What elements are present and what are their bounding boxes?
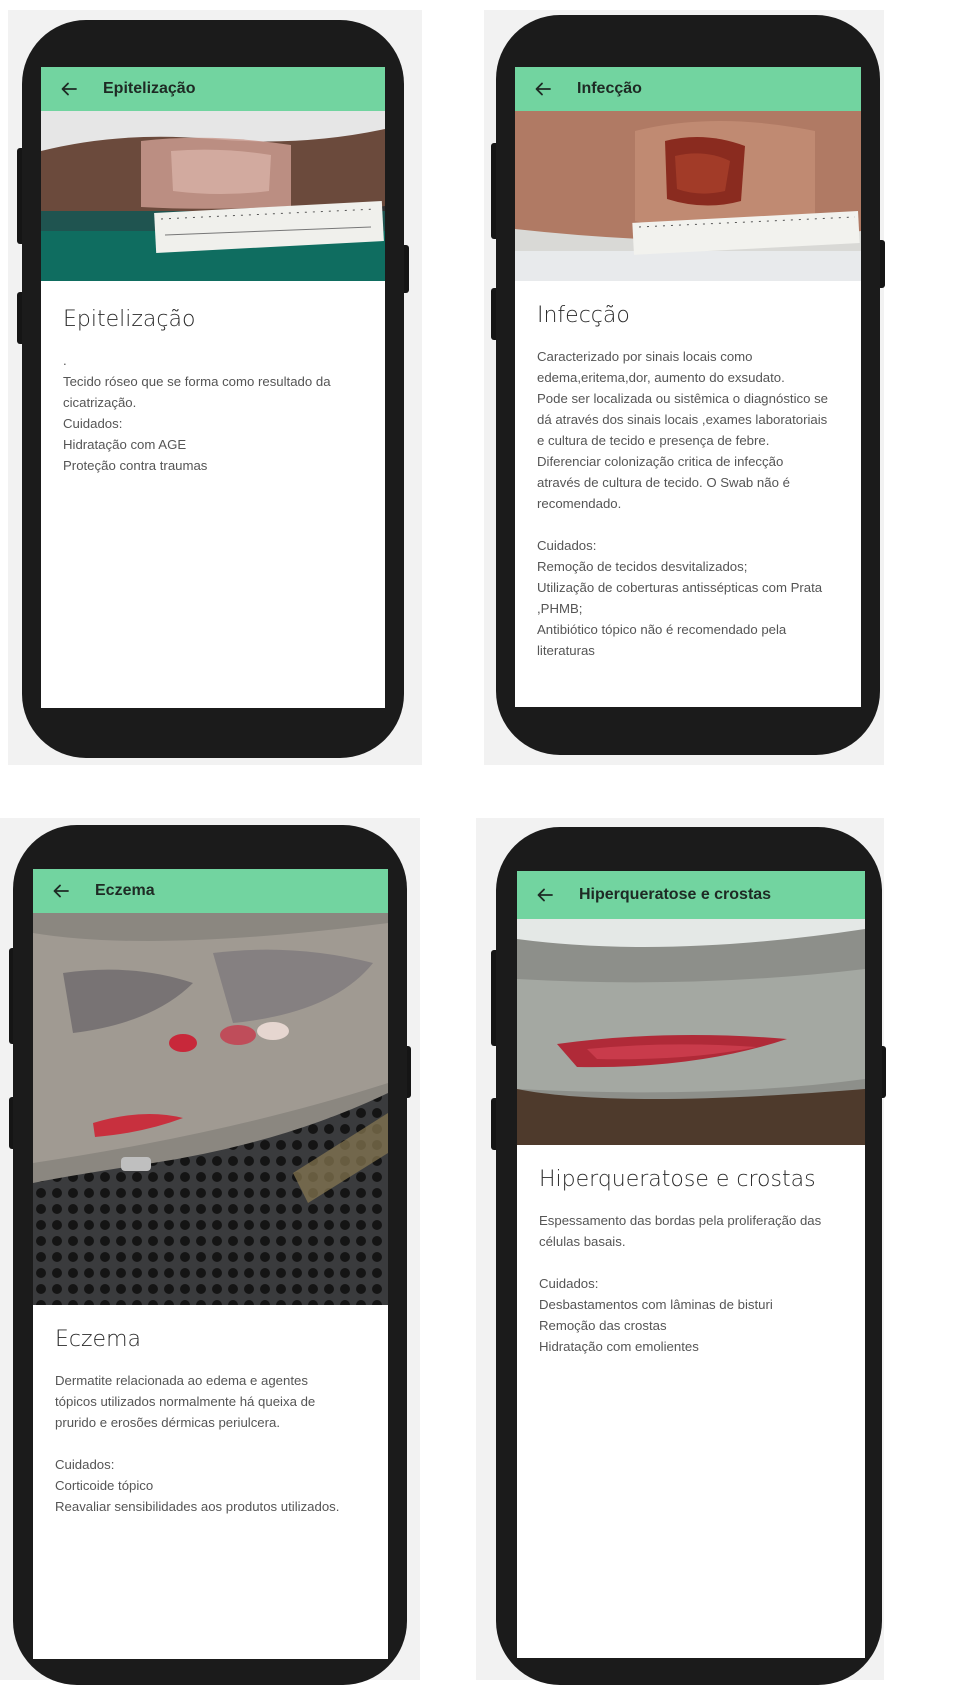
arrow-left-icon[interactable] — [533, 883, 557, 907]
care-item: Hidratação com AGE — [63, 437, 187, 452]
wound-photo-eczema — [33, 913, 388, 1305]
content-section: Epitelização . Tecido róseo que se forma… — [63, 307, 367, 476]
text-line: Dermatite relacionada ao edema e agentes — [55, 1373, 308, 1388]
page-heading: Eczema — [55, 1327, 141, 1352]
app-bar-title: Epitelização — [103, 80, 196, 97]
care-item: Reavaliar sensibilidades aos produtos ut… — [55, 1499, 340, 1514]
care-item: Proteção contra traumas — [63, 458, 208, 473]
phone-frame: Epitelização Epitelização . Tecido róseo… — [22, 20, 404, 758]
care-item: ,PHMB; — [537, 601, 583, 616]
text-line: recomendado. — [537, 496, 622, 511]
phone-screen: Infecção Infecção Caracterizado por sina… — [515, 67, 861, 707]
text-line: Espessamento das bordas pela proliferaçã… — [539, 1213, 822, 1228]
wound-photo-epithelization — [41, 111, 385, 281]
text-line: tópicos utilizados normalmente há queixa… — [55, 1394, 316, 1409]
care-item: literaturas — [537, 643, 595, 658]
phone-screen: Hiperqueratose e crostas Hiperqueratose … — [517, 871, 865, 1658]
text-line: dá através dos sinais locais ,exames lab… — [537, 412, 828, 427]
care-item: Antibiótico tópico não é recomendado pel… — [537, 622, 787, 637]
description-text: Espessamento das bordas pela proliferaçã… — [539, 1210, 847, 1357]
app-bar-title: Eczema — [95, 882, 155, 899]
care-label: Cuidados: — [63, 416, 123, 431]
content-section: Eczema Dermatite relacionada ao edema e … — [55, 1327, 370, 1517]
description-text: . Tecido róseo que se forma como resulta… — [63, 350, 367, 476]
arrow-left-icon[interactable] — [531, 77, 555, 101]
care-label: Cuidados: — [539, 1276, 599, 1291]
app-bar: Eczema — [33, 869, 388, 913]
phone-screen: Epitelização Epitelização . Tecido róseo… — [41, 67, 385, 708]
text-line: células basais. — [539, 1234, 626, 1249]
phone-frame: Eczema Eczema Dermatite relacionada ao e… — [13, 825, 407, 1685]
content-section: Hiperqueratose e crostas Espessamento da… — [539, 1167, 847, 1357]
app-bar: Infecção — [515, 67, 861, 111]
app-bar: Epitelização — [41, 67, 385, 111]
text-line: e cultura de tecido e presença de febre. — [537, 433, 770, 448]
app-bar: Hiperqueratose e crostas — [517, 871, 865, 919]
care-item: Remoção das crostas — [539, 1318, 667, 1333]
care-item: Desbastamentos com lâminas de bisturi — [539, 1297, 773, 1312]
wound-photo-hyperkeratosis — [517, 919, 865, 1145]
care-label: Cuidados: — [537, 538, 597, 553]
text-line: Caracterizado por sinais locais como — [537, 349, 753, 364]
care-item: Remoção de tecidos desvitalizados; — [537, 559, 748, 574]
arrow-left-icon[interactable] — [49, 879, 73, 903]
text-line: cicatrização. — [63, 395, 137, 410]
text-line: prurido e erosões dérmicas periulcera. — [55, 1415, 281, 1430]
text-line: através de cultura de tecido. O Swab não… — [537, 475, 790, 490]
app-bar-title: Hiperqueratose e crostas — [579, 886, 772, 903]
description-text: Caracterizado por sinais locais como ede… — [537, 346, 843, 661]
description-text: Dermatite relacionada ao edema e agentes… — [55, 1370, 370, 1517]
wound-photo-infection — [515, 111, 861, 281]
care-item: Hidratação com emolientes — [539, 1339, 699, 1354]
phone-screen: Eczema Eczema Dermatite relacionada ao e… — [33, 869, 388, 1659]
text-line: edema,eritema,dor, aumento do exsudato. — [537, 370, 785, 385]
page-heading: Epitelização — [63, 307, 196, 332]
app-bar-title: Infecção — [577, 80, 642, 97]
text-line: Tecido róseo que se forma como resultado… — [63, 374, 331, 389]
care-label: Cuidados: — [55, 1457, 115, 1472]
page-heading: Infecção — [537, 303, 630, 328]
care-item: Utilização de coberturas antissépticas c… — [537, 580, 823, 595]
care-item: Corticoide tópico — [55, 1478, 154, 1493]
text-line: Pode ser localizada ou sistêmica o diagn… — [537, 391, 829, 406]
phone-frame: Infecção Infecção Caracterizado por sina… — [496, 15, 880, 755]
arrow-left-icon[interactable] — [57, 77, 81, 101]
page-heading: Hiperqueratose e crostas — [539, 1167, 816, 1192]
phone-frame: Hiperqueratose e crostas Hiperqueratose … — [496, 827, 882, 1685]
text-line: Diferenciar colonização critica de infec… — [537, 454, 784, 469]
content-section: Infecção Caracterizado por sinais locais… — [537, 303, 843, 661]
text-line: . — [63, 353, 67, 368]
